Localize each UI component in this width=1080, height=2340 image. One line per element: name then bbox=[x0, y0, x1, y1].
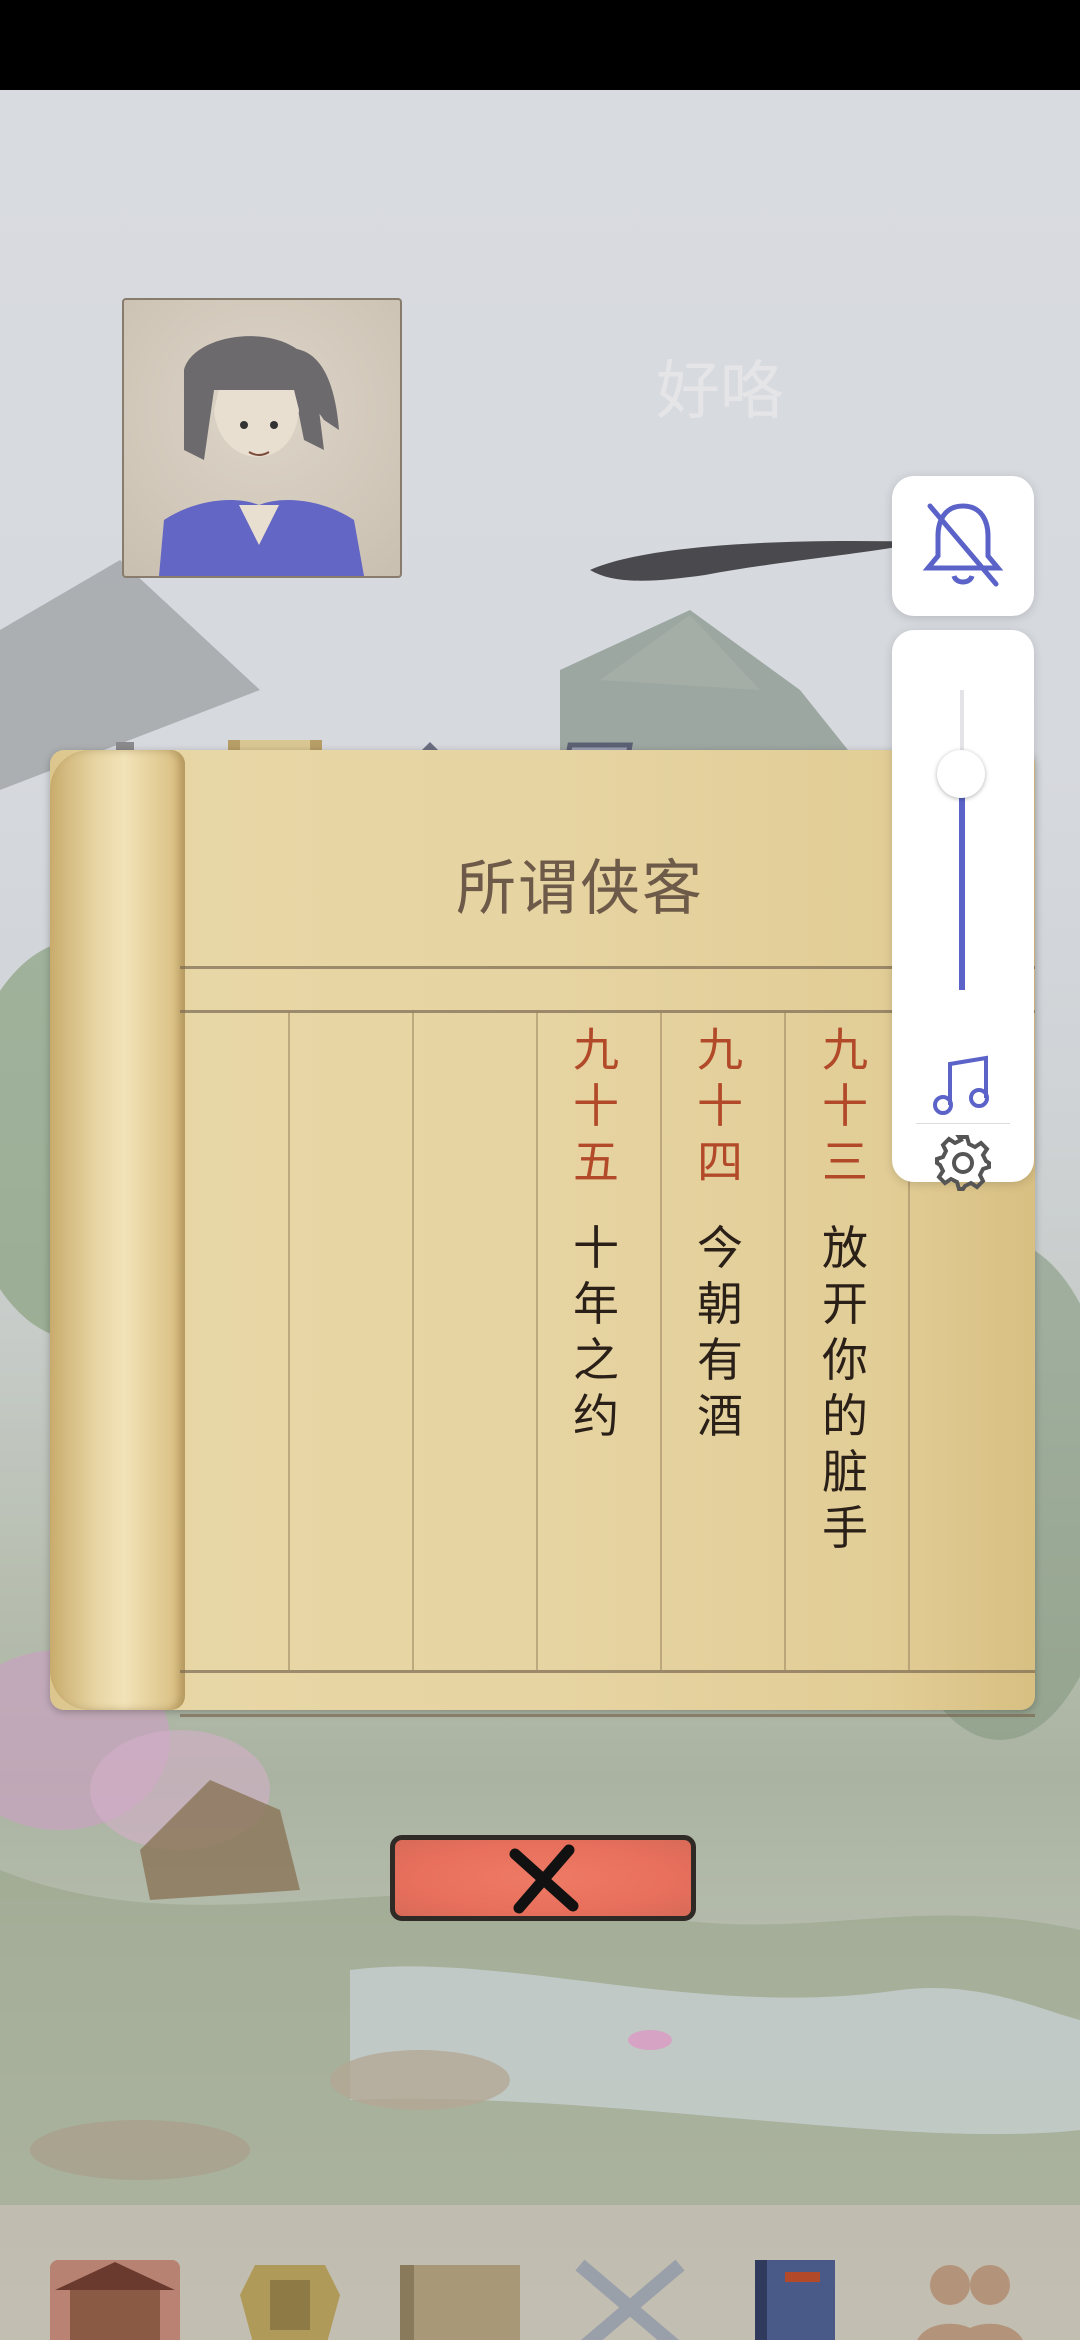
entry-number: 九十五 bbox=[573, 1023, 619, 1189]
entry-text: 十年之约 bbox=[573, 1221, 619, 1443]
game-scene: 好咯 所谓侠客 九十三 放开你的脏手 九十四 今朝有酒 九十五 十年之约 bbox=[0, 90, 1080, 2340]
people-icon bbox=[917, 2265, 1023, 2340]
book-icon bbox=[755, 2260, 835, 2340]
column-line bbox=[288, 1010, 290, 1670]
entry-text: 放开你的脏手 bbox=[822, 1221, 868, 1555]
divider bbox=[180, 1714, 1035, 1717]
divider bbox=[916, 1123, 1010, 1124]
column-line bbox=[660, 1010, 662, 1670]
nav-label: 伙伴 bbox=[895, 2334, 1045, 2340]
status-bar bbox=[0, 0, 1080, 90]
close-button[interactable] bbox=[390, 1835, 696, 1921]
player-portrait[interactable] bbox=[122, 298, 402, 578]
nav-label: 江湖 bbox=[385, 2334, 535, 2340]
column-line bbox=[412, 1010, 414, 1670]
volume-panel bbox=[892, 630, 1034, 1191]
entry-number: 九十三 bbox=[822, 1023, 868, 1189]
nav-partners[interactable]: 伙伴 bbox=[895, 2250, 1045, 2340]
column-line bbox=[536, 1010, 538, 1670]
house-icon bbox=[50, 2260, 180, 2340]
nav-label: 首页 bbox=[40, 2334, 190, 2340]
player-name: 好咯 bbox=[656, 355, 784, 429]
column-line bbox=[784, 1010, 786, 1670]
ink-brush-stroke bbox=[590, 540, 920, 581]
music-note-icon[interactable] bbox=[928, 1050, 998, 1120]
nav-label: 武功 bbox=[725, 2334, 875, 2340]
map-scroll-icon bbox=[400, 2265, 520, 2340]
close-x-icon bbox=[509, 1844, 579, 1914]
popup-title: 所谓侠客 bbox=[456, 854, 704, 924]
entry-number: 九十四 bbox=[697, 1023, 743, 1189]
volume-slider[interactable] bbox=[937, 690, 985, 990]
nav-jianghu[interactable]: 江湖 bbox=[385, 2250, 535, 2340]
mute-toggle-button[interactable] bbox=[892, 476, 1034, 616]
nav-label: 闯关 bbox=[555, 2334, 705, 2340]
armor-icon bbox=[240, 2265, 340, 2340]
bell-off-icon bbox=[922, 503, 1004, 587]
divider bbox=[180, 1670, 1035, 1673]
nav-home[interactable]: 首页 bbox=[40, 2250, 190, 2340]
avatar bbox=[159, 336, 364, 576]
nav-challenge[interactable]: 闯关 bbox=[555, 2250, 705, 2340]
nav-equipment[interactable]: 装备 bbox=[215, 2250, 365, 2340]
crossed-swords-icon bbox=[575, 2259, 685, 2340]
gear-icon[interactable] bbox=[930, 1130, 996, 1196]
nav-label: 装备 bbox=[215, 2334, 365, 2340]
scroll-roll bbox=[50, 750, 185, 1710]
nav-martial-arts[interactable]: 武功 bbox=[725, 2250, 875, 2340]
volume-slider-thumb[interactable] bbox=[937, 750, 985, 798]
entry-text: 今朝有酒 bbox=[697, 1221, 743, 1443]
